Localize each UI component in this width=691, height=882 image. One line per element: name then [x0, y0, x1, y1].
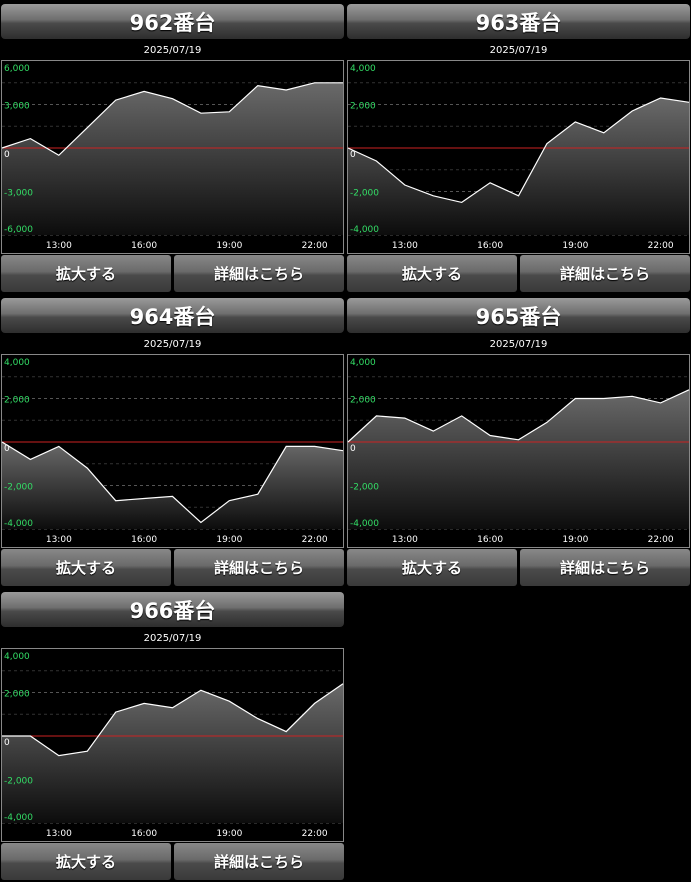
- y-tick-label: -2,000: [350, 189, 379, 199]
- machine-panel-962: 962番台 2025/07/19 6,000 3,000 0 -3,000 -6,000…: [1, 4, 344, 292]
- y-tick-label: -2,000: [350, 483, 379, 493]
- machine-title-965: 965番台: [347, 298, 690, 333]
- zoom-button-963[interactable]: 拡大する: [347, 255, 517, 292]
- y-tick-label: 0: [350, 150, 356, 160]
- x-tick-label: 22:00: [648, 535, 674, 545]
- y-tick-label: 2,000: [350, 396, 376, 406]
- x-tick-label: 13:00: [46, 829, 72, 839]
- chart-965: 4,000 2,000 0 -2,000 -4,000 13:00 16:00 19:00 22…: [347, 354, 690, 548]
- x-tick-label: 16:00: [477, 535, 503, 545]
- machine-panel-965: 965番台 2025/07/19 4,000 2,000 0 -2,000 -4,000…: [347, 298, 690, 586]
- details-button-965[interactable]: 詳細はこちら: [520, 549, 690, 586]
- x-tick-label: 19:00: [216, 535, 242, 545]
- x-tick-label: 22:00: [648, 241, 674, 251]
- y-tick-label: -6,000: [4, 225, 33, 235]
- y-tick-label: 6,000: [4, 64, 30, 74]
- chart-963: 4,000 2,000 0 -2,000 -4,000 13:00 16:00 19:00 22…: [347, 60, 690, 254]
- y-tick-label: 4,000: [4, 652, 30, 662]
- x-tick-label: 16:00: [477, 241, 503, 251]
- y-tick-label: 2,000: [4, 690, 30, 700]
- x-tick-label: 19:00: [562, 535, 588, 545]
- y-tick-label: 3,000: [4, 102, 30, 112]
- x-tick-label: 16:00: [131, 241, 157, 251]
- chart-964: 4,000 2,000 0 -2,000 -4,000 13:00 16:00 19:00 22…: [1, 354, 344, 548]
- x-tick-label: 16:00: [131, 829, 157, 839]
- chart-date-964: 2025/07/19: [143, 339, 202, 350]
- button-row-963: 拡大する 詳細はこちら: [347, 255, 690, 292]
- y-tick-label: 2,000: [4, 396, 30, 406]
- y-tick-label: -4,000: [4, 813, 33, 823]
- y-tick-label: 2,000: [350, 102, 376, 112]
- x-tick-label: 22:00: [302, 535, 328, 545]
- chart-date-965: 2025/07/19: [489, 339, 548, 350]
- chart-962: 6,000 3,000 0 -3,000 -6,000 13:00 16:00 19:00 22…: [1, 60, 344, 254]
- chart-966: 4,000 2,000 0 -2,000 -4,000 13:00 16:00 19:00 22…: [1, 648, 344, 842]
- chart-date-963: 2025/07/19: [489, 45, 548, 56]
- x-tick-label: 19:00: [562, 241, 588, 251]
- x-tick-label: 13:00: [46, 535, 72, 545]
- button-row-966: 拡大する 詳細はこちら: [1, 843, 344, 880]
- machine-panel-966: 966番台 2025/07/19 4,000 2,000 0 -2,000 -4,000…: [1, 592, 344, 880]
- button-row-962: 拡大する 詳細はこちら: [1, 255, 344, 292]
- details-button-964[interactable]: 詳細はこちら: [174, 549, 344, 586]
- y-tick-label: -2,000: [4, 483, 33, 493]
- machine-panel-964: 964番台 2025/07/19 4,000 2,000 0 -2,000 -4,000…: [1, 298, 344, 586]
- y-tick-label: 0: [350, 444, 356, 454]
- x-tick-label: 13:00: [46, 241, 72, 251]
- details-button-963[interactable]: 詳細はこちら: [520, 255, 690, 292]
- x-tick-label: 19:00: [216, 241, 242, 251]
- x-tick-label: 13:00: [392, 535, 418, 545]
- machine-title-966: 966番台: [1, 592, 344, 627]
- chart-date-966: 2025/07/19: [143, 633, 202, 644]
- button-row-965: 拡大する 詳細はこちら: [347, 549, 690, 586]
- machine-title-962: 962番台: [1, 4, 344, 39]
- y-tick-label: -4,000: [350, 519, 379, 529]
- machine-panel-963: 963番台 2025/07/19 4,000 2,000 0 -2,000 -4,000…: [347, 4, 690, 292]
- details-button-966[interactable]: 詳細はこちら: [174, 843, 344, 880]
- x-tick-label: 22:00: [302, 241, 328, 251]
- y-tick-label: 0: [4, 150, 10, 160]
- x-tick-label: 13:00: [392, 241, 418, 251]
- y-tick-label: -3,000: [4, 189, 33, 199]
- zoom-button-965[interactable]: 拡大する: [347, 549, 517, 586]
- y-tick-label: -4,000: [4, 519, 33, 529]
- button-row-964: 拡大する 詳細はこちら: [1, 549, 344, 586]
- chart-date-962: 2025/07/19: [143, 45, 202, 56]
- zoom-button-966[interactable]: 拡大する: [1, 843, 171, 880]
- y-tick-label: 0: [4, 444, 10, 454]
- machine-title-964: 964番台: [1, 298, 344, 333]
- y-tick-label: 4,000: [350, 64, 376, 74]
- y-tick-label: 4,000: [350, 358, 376, 368]
- zoom-button-962[interactable]: 拡大する: [1, 255, 171, 292]
- y-tick-label: 4,000: [4, 358, 30, 368]
- x-tick-label: 19:00: [216, 829, 242, 839]
- y-tick-label: -2,000: [4, 777, 33, 787]
- zoom-button-964[interactable]: 拡大する: [1, 549, 171, 586]
- y-tick-label: 0: [4, 738, 10, 748]
- y-tick-label: -4,000: [350, 225, 379, 235]
- x-tick-label: 22:00: [302, 829, 328, 839]
- x-tick-label: 16:00: [131, 535, 157, 545]
- details-button-962[interactable]: 詳細はこちら: [174, 255, 344, 292]
- machine-title-963: 963番台: [347, 4, 690, 39]
